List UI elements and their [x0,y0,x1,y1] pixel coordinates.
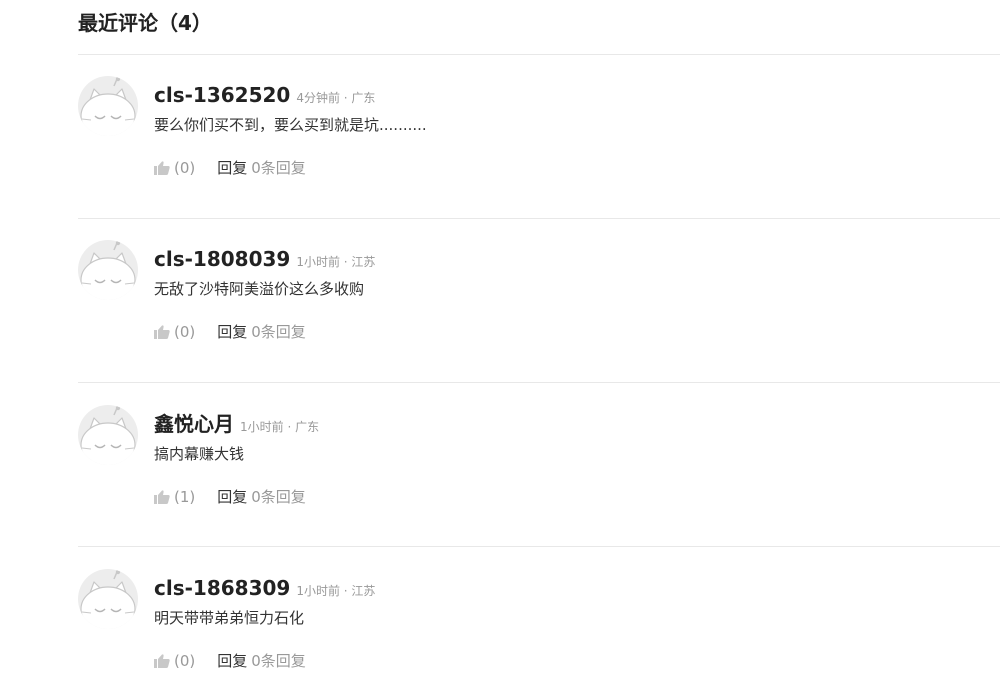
comment-item: cls-1808039 1小时前 · 江苏 无敌了沙特阿美溢价这么多收购 (0) … [78,240,1000,360]
reply-count[interactable]: 0条回复 [251,322,306,342]
reply-button[interactable]: 回复 [217,158,247,178]
comment-header: cls-1362520 4分钟前 · 广东 [154,82,375,111]
divider [78,218,1000,219]
comment-text: 搞内幕赚大钱 [154,445,245,463]
comment-meta: 1小时前 · 江苏 [296,584,376,598]
comment-username[interactable]: 鑫悦心月 [154,412,234,436]
avatar[interactable] [78,240,138,300]
like-button[interactable]: (0) [154,158,195,178]
comment-actions: (1) 回复 0条回复 [154,487,306,507]
thumbs-up-icon [154,161,170,175]
like-count: (0) [174,652,196,670]
comment-meta: 1小时前 · 广东 [240,420,320,434]
comments-page: 最近评论（4） cls-1362520 4分钟前 · 广东 要么你们买不到，要么买… [0,0,1000,685]
comment-meta: 1小时前 · 江苏 [296,255,376,269]
reply-count[interactable]: 0条回复 [251,158,306,178]
comment-item: cls-1362520 4分钟前 · 广东 要么你们买不到，要么买到就是坑....… [78,76,1000,196]
reply-count[interactable]: 0条回复 [251,651,306,671]
comment-actions: (0) 回复 0条回复 [154,158,306,178]
reply-count[interactable]: 0条回复 [251,487,306,507]
like-button[interactable]: (1) [154,487,195,507]
thumbs-up-icon [154,654,170,668]
comment-header: cls-1868309 1小时前 · 江苏 [154,575,375,604]
comment-text: 要么你们买不到，要么买到就是坑.......... [154,116,427,134]
reply-button[interactable]: 回复 [217,322,247,342]
avatar[interactable] [78,569,138,629]
divider [78,546,1000,547]
comment-meta: 4分钟前 · 广东 [296,91,376,105]
comment-username[interactable]: cls-1808039 [154,247,290,271]
divider [78,382,1000,383]
default-cat-avatar-icon [80,76,136,136]
comment-text: 无敌了沙特阿美溢价这么多收购 [154,280,365,298]
like-button[interactable]: (0) [154,651,195,671]
default-cat-avatar-icon [80,569,136,629]
like-button[interactable]: (0) [154,322,195,342]
thumbs-up-icon [154,325,170,339]
avatar[interactable] [78,76,138,136]
comment-username[interactable]: cls-1868309 [154,576,290,600]
comment-actions: (0) 回复 0条回复 [154,651,306,671]
comment-actions: (0) 回复 0条回复 [154,322,306,342]
like-count: (0) [174,159,196,177]
default-cat-avatar-icon [80,405,136,465]
reply-button[interactable]: 回复 [217,651,247,671]
comment-item: 鑫悦心月 1小时前 · 广东 搞内幕赚大钱 (1) 回复 0条回复 [78,405,1000,525]
comment-item: cls-1868309 1小时前 · 江苏 明天带带弟弟恒力石化 (0) 回复 0… [78,569,1000,685]
avatar[interactable] [78,405,138,465]
default-cat-avatar-icon [80,240,136,300]
comments-section-title: 最近评论（4） [78,11,212,35]
like-count: (1) [174,488,196,506]
reply-button[interactable]: 回复 [217,487,247,507]
divider [78,54,1000,55]
comment-header: 鑫悦心月 1小时前 · 广东 [154,411,319,440]
thumbs-up-icon [154,490,170,504]
comment-username[interactable]: cls-1362520 [154,83,290,107]
comment-header: cls-1808039 1小时前 · 江苏 [154,246,375,275]
like-count: (0) [174,323,196,341]
comment-text: 明天带带弟弟恒力石化 [154,609,305,627]
